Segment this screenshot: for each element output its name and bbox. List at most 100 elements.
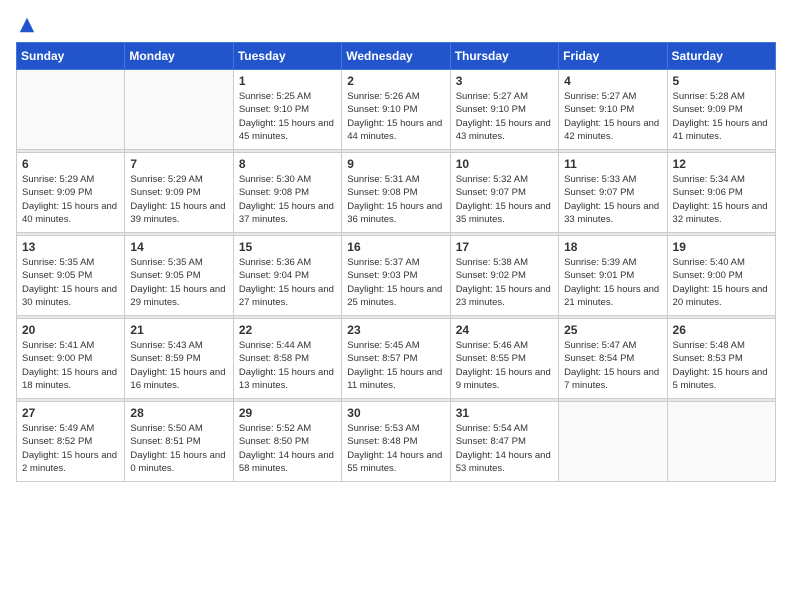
day-number: 2 — [347, 74, 444, 88]
day-of-week-header: Thursday — [450, 43, 558, 70]
day-number: 24 — [456, 323, 553, 337]
day-number: 9 — [347, 157, 444, 171]
day-info: Sunrise: 5:30 AM Sunset: 9:08 PM Dayligh… — [239, 173, 336, 226]
calendar-week-row: 27 Sunrise: 5:49 AM Sunset: 8:52 PM Dayli… — [17, 402, 776, 482]
day-number: 4 — [564, 74, 661, 88]
calendar-day-cell: 28Sunrise: 5:50 AM Sunset: 8:51 PM Dayli… — [125, 402, 233, 482]
day-of-week-header: Tuesday — [233, 43, 341, 70]
calendar-header-row: SundayMondayTuesdayWednesdayThursdayFrid… — [17, 43, 776, 70]
calendar-day-cell: 14 Sunrise: 5:35 AM Sunset: 9:05 PM Dayli… — [125, 236, 233, 316]
day-info: Sunrise: 5:44 AM Sunset: 8:58 PM Dayligh… — [239, 339, 336, 392]
day-info: Sunrise: 5:32 AM Sunset: 9:07 PM Dayligh… — [456, 173, 553, 226]
day-info: Sunrise: 5:37 AM Sunset: 9:03 PM Dayligh… — [347, 256, 444, 309]
day-info: Sunrise: 5:40 AM Sunset: 9:00 PM Dayligh… — [673, 256, 770, 309]
day-info: Sunrise: 5:34 AM Sunset: 9:06 PM Dayligh… — [673, 173, 770, 226]
day-number: 30 — [347, 406, 444, 420]
calendar-day-cell: 8 Sunrise: 5:30 AM Sunset: 9:08 PM Daylig… — [233, 153, 341, 233]
day-number: 5 — [673, 74, 770, 88]
day-info: Sunrise: 5:36 AM Sunset: 9:04 PM Dayligh… — [239, 256, 336, 309]
calendar-week-row: 20Sunrise: 5:41 AM Sunset: 9:00 PM Dayli… — [17, 319, 776, 399]
calendar-week-row: 6 Sunrise: 5:29 AM Sunset: 9:09 PM Daylig… — [17, 153, 776, 233]
day-number: 19 — [673, 240, 770, 254]
day-info: Sunrise: 5:31 AM Sunset: 9:08 PM Dayligh… — [347, 173, 444, 226]
day-number: 18 — [564, 240, 661, 254]
day-info: Sunrise: 5:43 AM Sunset: 8:59 PM Dayligh… — [130, 339, 227, 392]
calendar-day-cell: 23Sunrise: 5:45 AM Sunset: 8:57 PM Dayli… — [342, 319, 450, 399]
day-number: 11 — [564, 157, 661, 171]
calendar-day-cell: 13Sunrise: 5:35 AM Sunset: 9:05 PM Dayli… — [17, 236, 125, 316]
calendar-day-cell: 31Sunrise: 5:54 AM Sunset: 8:47 PM Dayli… — [450, 402, 558, 482]
day-info: Sunrise: 5:28 AM Sunset: 9:09 PM Dayligh… — [673, 90, 770, 143]
calendar-day-cell: 22 Sunrise: 5:44 AM Sunset: 8:58 PM Dayli… — [233, 319, 341, 399]
day-number: 1 — [239, 74, 336, 88]
day-of-week-header: Monday — [125, 43, 233, 70]
calendar-day-cell: 16 Sunrise: 5:37 AM Sunset: 9:03 PM Dayli… — [342, 236, 450, 316]
day-number: 15 — [239, 240, 336, 254]
page-header — [16, 16, 776, 30]
day-number: 14 — [130, 240, 227, 254]
day-number: 21 — [130, 323, 227, 337]
calendar-day-cell — [17, 70, 125, 150]
calendar-day-cell: 15 Sunrise: 5:36 AM Sunset: 9:04 PM Dayli… — [233, 236, 341, 316]
day-number: 22 — [239, 323, 336, 337]
calendar-day-cell: 25 Sunrise: 5:47 AM Sunset: 8:54 PM Dayli… — [559, 319, 667, 399]
day-number: 25 — [564, 323, 661, 337]
calendar-day-cell — [559, 402, 667, 482]
calendar-day-cell: 21 Sunrise: 5:43 AM Sunset: 8:59 PM Dayli… — [125, 319, 233, 399]
calendar-day-cell: 30 Sunrise: 5:53 AM Sunset: 8:48 PM Dayli… — [342, 402, 450, 482]
calendar-day-cell: 9 Sunrise: 5:31 AM Sunset: 9:08 PM Daylig… — [342, 153, 450, 233]
calendar-day-cell: 29Sunrise: 5:52 AM Sunset: 8:50 PM Dayli… — [233, 402, 341, 482]
day-info: Sunrise: 5:52 AM Sunset: 8:50 PM Dayligh… — [239, 422, 336, 475]
day-of-week-header: Sunday — [17, 43, 125, 70]
calendar-day-cell: 27 Sunrise: 5:49 AM Sunset: 8:52 PM Dayli… — [17, 402, 125, 482]
day-number: 12 — [673, 157, 770, 171]
day-of-week-header: Saturday — [667, 43, 775, 70]
day-number: 26 — [673, 323, 770, 337]
day-number: 16 — [347, 240, 444, 254]
calendar-week-row: 13Sunrise: 5:35 AM Sunset: 9:05 PM Dayli… — [17, 236, 776, 316]
calendar-table: SundayMondayTuesdayWednesdayThursdayFrid… — [16, 42, 776, 482]
day-info: Sunrise: 5:39 AM Sunset: 9:01 PM Dayligh… — [564, 256, 661, 309]
calendar-day-cell: 18 Sunrise: 5:39 AM Sunset: 9:01 PM Dayli… — [559, 236, 667, 316]
calendar-day-cell: 10 Sunrise: 5:32 AM Sunset: 9:07 PM Dayli… — [450, 153, 558, 233]
day-info: Sunrise: 5:38 AM Sunset: 9:02 PM Dayligh… — [456, 256, 553, 309]
day-info: Sunrise: 5:27 AM Sunset: 9:10 PM Dayligh… — [456, 90, 553, 143]
calendar-day-cell: 26 Sunrise: 5:48 AM Sunset: 8:53 PM Dayli… — [667, 319, 775, 399]
calendar-day-cell: 7Sunrise: 5:29 AM Sunset: 9:09 PM Daylig… — [125, 153, 233, 233]
calendar-week-row: 1 Sunrise: 5:25 AM Sunset: 9:10 PM Daylig… — [17, 70, 776, 150]
day-info: Sunrise: 5:46 AM Sunset: 8:55 PM Dayligh… — [456, 339, 553, 392]
day-number: 20 — [22, 323, 119, 337]
day-number: 8 — [239, 157, 336, 171]
calendar-day-cell: 12 Sunrise: 5:34 AM Sunset: 9:06 PM Dayli… — [667, 153, 775, 233]
calendar-day-cell: 20Sunrise: 5:41 AM Sunset: 9:00 PM Dayli… — [17, 319, 125, 399]
day-number: 3 — [456, 74, 553, 88]
day-number: 27 — [22, 406, 119, 420]
day-number: 31 — [456, 406, 553, 420]
day-info: Sunrise: 5:50 AM Sunset: 8:51 PM Dayligh… — [130, 422, 227, 475]
calendar-day-cell: 2Sunrise: 5:26 AM Sunset: 9:10 PM Daylig… — [342, 70, 450, 150]
calendar-day-cell: 11Sunrise: 5:33 AM Sunset: 9:07 PM Dayli… — [559, 153, 667, 233]
calendar-day-cell: 17Sunrise: 5:38 AM Sunset: 9:02 PM Dayli… — [450, 236, 558, 316]
calendar-day-cell: 3 Sunrise: 5:27 AM Sunset: 9:10 PM Daylig… — [450, 70, 558, 150]
calendar-day-cell: 4 Sunrise: 5:27 AM Sunset: 9:10 PM Daylig… — [559, 70, 667, 150]
day-number: 10 — [456, 157, 553, 171]
day-info: Sunrise: 5:35 AM Sunset: 9:05 PM Dayligh… — [130, 256, 227, 309]
day-info: Sunrise: 5:45 AM Sunset: 8:57 PM Dayligh… — [347, 339, 444, 392]
calendar-day-cell: 1 Sunrise: 5:25 AM Sunset: 9:10 PM Daylig… — [233, 70, 341, 150]
day-number: 7 — [130, 157, 227, 171]
day-info: Sunrise: 5:48 AM Sunset: 8:53 PM Dayligh… — [673, 339, 770, 392]
day-number: 6 — [22, 157, 119, 171]
calendar-day-cell: 19 Sunrise: 5:40 AM Sunset: 9:00 PM Dayli… — [667, 236, 775, 316]
logo — [16, 16, 36, 30]
day-of-week-header: Wednesday — [342, 43, 450, 70]
day-info: Sunrise: 5:47 AM Sunset: 8:54 PM Dayligh… — [564, 339, 661, 392]
day-info: Sunrise: 5:29 AM Sunset: 9:09 PM Dayligh… — [22, 173, 119, 226]
day-info: Sunrise: 5:35 AM Sunset: 9:05 PM Dayligh… — [22, 256, 119, 309]
calendar-day-cell — [125, 70, 233, 150]
calendar-day-cell: 5 Sunrise: 5:28 AM Sunset: 9:09 PM Daylig… — [667, 70, 775, 150]
logo-icon — [18, 16, 36, 34]
day-info: Sunrise: 5:27 AM Sunset: 9:10 PM Dayligh… — [564, 90, 661, 143]
day-info: Sunrise: 5:53 AM Sunset: 8:48 PM Dayligh… — [347, 422, 444, 475]
day-info: Sunrise: 5:49 AM Sunset: 8:52 PM Dayligh… — [22, 422, 119, 475]
day-info: Sunrise: 5:25 AM Sunset: 9:10 PM Dayligh… — [239, 90, 336, 143]
